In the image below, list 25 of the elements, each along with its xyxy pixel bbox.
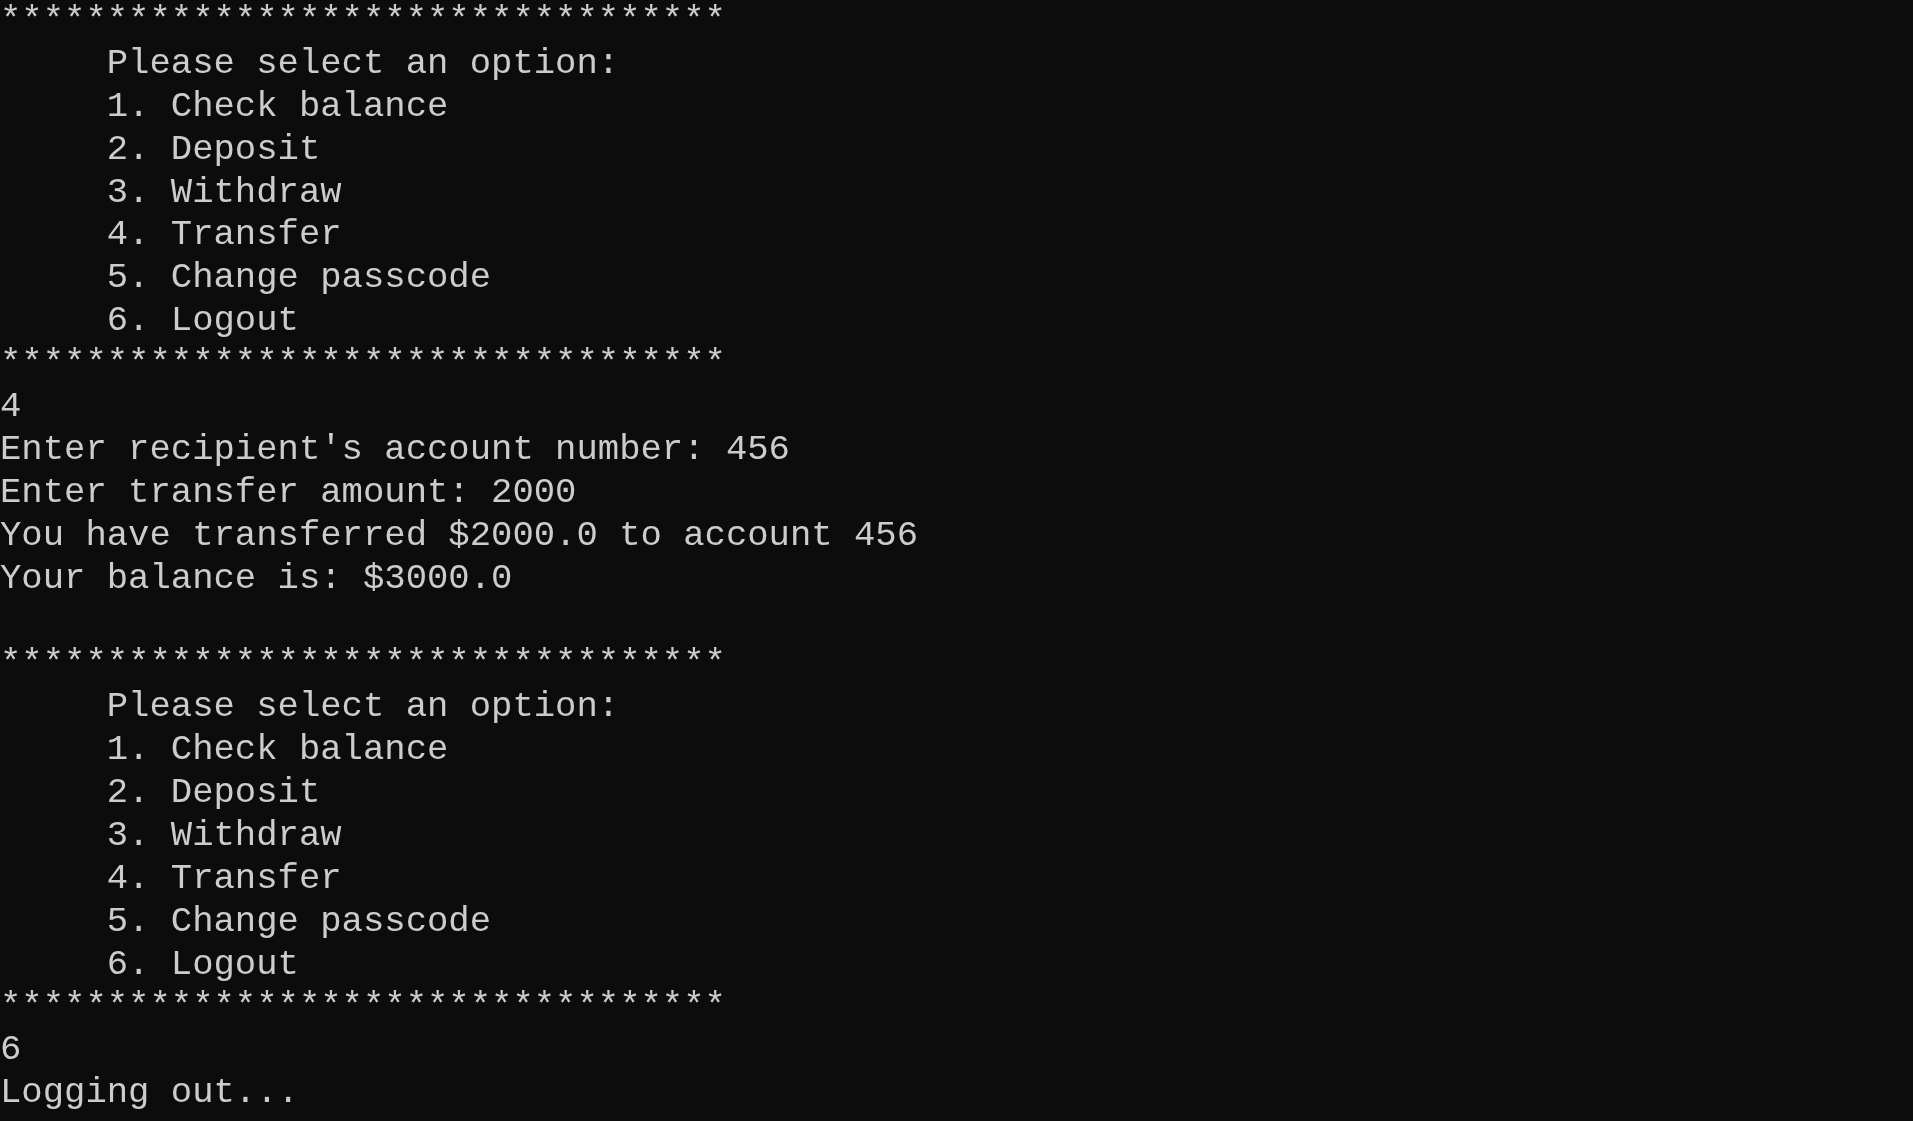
console-line: Enter transfer amount: 2000 [0, 471, 577, 515]
console-line: 5. Change passcode [105, 900, 492, 944]
console-line: ********************************** [0, 986, 726, 1030]
console-line: You have transferred $2000.0 to account 456 [0, 514, 919, 558]
console-line: 4. Transfer [105, 214, 342, 258]
console-line: 6 [0, 1029, 22, 1073]
console-line: Enter recipient's account number: 456 [0, 428, 790, 472]
console-line: 2. Deposit [105, 772, 321, 815]
console-line: ********************************** [0, 343, 726, 386]
console-line: Please select an option: [105, 686, 620, 730]
console-line: 5. Change passcode [105, 257, 492, 301]
console-line: Please select an option: [105, 42, 620, 86]
console-line: 1. Check balance [105, 85, 449, 129]
console-line: Logging out... [0, 1072, 299, 1116]
console-line: 3. Withdraw [105, 171, 342, 215]
console-line: ********************************** [0, 643, 726, 687]
console-line: 6. Logout [105, 943, 299, 987]
console-line: Your balance is: $3000.0 [0, 557, 513, 601]
console-line: 4. Transfer [105, 857, 342, 901]
console-line: 6. Logout [105, 300, 299, 344]
console-line: 2. Deposit [105, 128, 321, 172]
console-line: 1. Check balance [105, 729, 449, 773]
console-line: ********************************** [0, 0, 726, 43]
console-line: 3. Withdraw [105, 814, 342, 858]
console-line: 4 [0, 386, 22, 429]
